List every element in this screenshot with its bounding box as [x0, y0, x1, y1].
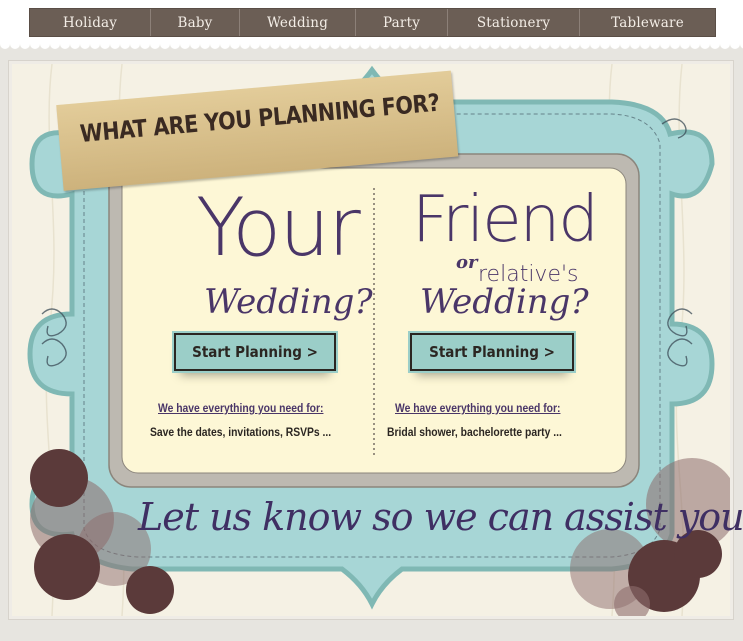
left-description: Save the dates, invitations, RSVPs ... — [150, 427, 332, 439]
left-big-word: Your — [196, 181, 361, 274]
right-need-label: We have everything you need for: — [395, 403, 561, 415]
nav-item-tableware[interactable]: Tableware — [580, 9, 715, 36]
right-or-word: or — [456, 252, 478, 273]
left-start-planning-button[interactable]: Start Planning > — [172, 331, 338, 373]
right-big-word: Friend — [412, 183, 599, 257]
right-start-planning-button[interactable]: Start Planning > — [408, 331, 576, 373]
scallop-edge — [0, 40, 743, 52]
nav-item-wedding[interactable]: Wedding — [240, 9, 356, 36]
nav-item-party[interactable]: Party — [356, 9, 448, 36]
left-need-label: We have everything you need for: — [158, 403, 324, 415]
right-script-word: Wedding? — [420, 282, 589, 322]
left-script-word: Wedding? — [204, 282, 373, 322]
nav-item-holiday[interactable]: Holiday — [30, 9, 151, 36]
main-nav: Holiday Baby Wedding Party Stationery Ta… — [29, 8, 716, 37]
tagline: Let us know so we can assist you! — [138, 495, 743, 539]
right-description: Bridal shower, bachelorette party ... — [387, 427, 562, 439]
nav-item-baby[interactable]: Baby — [151, 9, 240, 36]
nav-item-stationery[interactable]: Stationery — [448, 9, 580, 36]
